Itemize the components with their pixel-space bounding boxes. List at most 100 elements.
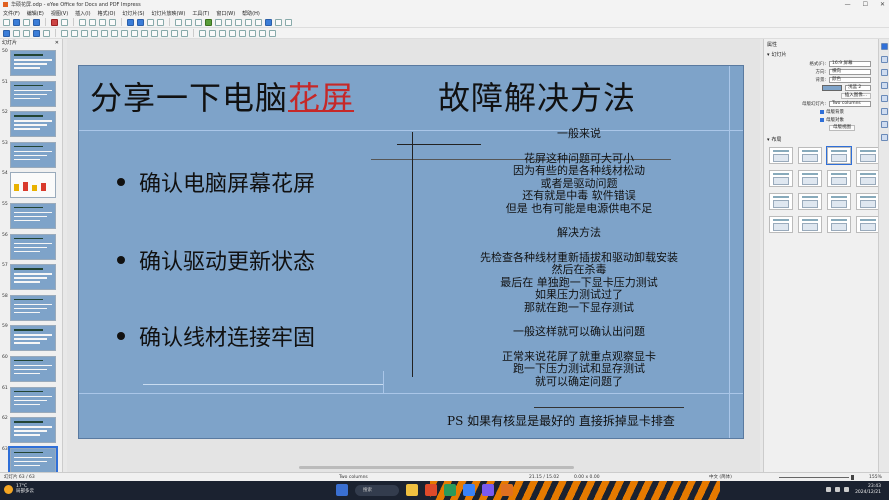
grid-icon[interactable] <box>175 18 182 26</box>
master-background-checkbox[interactable]: 母版背景 <box>764 109 879 115</box>
menu-edit[interactable]: 编辑(E) <box>27 10 44 17</box>
menu-help[interactable]: 帮助(H) <box>242 10 260 17</box>
insert-media-icon[interactable] <box>215 18 222 26</box>
copy-icon[interactable] <box>89 18 96 26</box>
app-icon[interactable] <box>425 484 437 496</box>
filter-icon[interactable] <box>259 29 266 37</box>
open-folder-icon[interactable] <box>23 18 30 26</box>
slide-thumbnail[interactable]: 62 <box>0 415 62 446</box>
3d-objects-icon[interactable] <box>181 29 188 37</box>
slide-thumbnail[interactable]: 58 <box>0 293 62 324</box>
new-slide-icon[interactable] <box>285 18 292 26</box>
stars-icon[interactable] <box>171 29 178 37</box>
special-character-icon[interactable] <box>245 18 252 26</box>
text-icon[interactable] <box>23 29 30 37</box>
paste-icon[interactable] <box>99 18 106 26</box>
start-first-slide-icon[interactable] <box>265 18 272 26</box>
taskbar-clock[interactable]: 23:43 2024/12/21 <box>855 484 881 496</box>
master-view-button[interactable]: 母版视图 <box>829 125 855 131</box>
slide-thumbnail[interactable]: 59 <box>0 323 62 354</box>
layout-option[interactable] <box>856 193 880 210</box>
symbol-shapes-icon[interactable] <box>131 29 138 37</box>
bullet-item[interactable]: 确认线材连接牢固 <box>117 320 315 352</box>
undo-icon[interactable] <box>127 18 134 26</box>
layout-option[interactable] <box>826 146 852 165</box>
layout-option[interactable] <box>827 193 851 210</box>
arrange-icon[interactable] <box>219 29 226 37</box>
slide-thumbnail[interactable]: 60 <box>0 354 62 385</box>
start-icon[interactable] <box>336 484 348 496</box>
master-objects-checkbox[interactable]: 母版对象 <box>764 117 879 123</box>
properties-tab-icon[interactable] <box>881 43 888 50</box>
redo-icon[interactable] <box>137 18 144 26</box>
slide-thumbnail[interactable]: 52 <box>0 109 62 140</box>
slide-thumbnail[interactable]: 54 <box>0 170 62 201</box>
minimize-button[interactable]: — <box>845 1 851 8</box>
layout-option[interactable] <box>769 193 793 210</box>
animation-tab-icon[interactable] <box>881 69 888 76</box>
layouts-section-header[interactable]: ▾ 布局 <box>764 135 879 144</box>
menu-insert[interactable]: 插入(I) <box>75 10 90 17</box>
current-slide[interactable]: 分享一下电脑花屏 故障解决方法 确认电脑屏幕花屏 确认驱动更新状态 确认线材连接牢… <box>78 65 744 439</box>
menu-window[interactable]: 窗口(W) <box>216 10 235 17</box>
layout-option[interactable] <box>769 147 793 164</box>
arrow-icon[interactable] <box>91 29 98 37</box>
fill-color-icon[interactable] <box>33 29 40 37</box>
layout-option[interactable] <box>856 170 880 187</box>
maximize-button[interactable]: ☐ <box>863 1 868 8</box>
line-icon[interactable] <box>61 29 68 37</box>
insert-image-icon[interactable] <box>205 18 212 26</box>
app-icon[interactable] <box>444 484 456 496</box>
slide-thumbnail[interactable]: 50 <box>0 48 62 79</box>
crop-icon[interactable] <box>249 29 256 37</box>
slide-section-header[interactable]: ▾ 幻灯片 <box>764 50 879 59</box>
start-current-slide-icon[interactable] <box>275 18 282 26</box>
menu-view[interactable]: 视图(V) <box>51 10 68 17</box>
curve-icon[interactable] <box>101 29 108 37</box>
close-button[interactable]: ✕ <box>880 1 885 8</box>
background-dropdown[interactable]: 颜色 <box>829 77 871 83</box>
layout-option[interactable] <box>798 193 822 210</box>
right-text-block[interactable]: 一般来说 花屏这种问题可大可小 因为有些的是各种线材松动 或者是驱动问题 还有就… <box>429 127 729 388</box>
close-pane-icon[interactable]: ✕ <box>55 39 59 47</box>
slide-transition-tab-icon[interactable] <box>881 56 888 63</box>
insert-table-icon[interactable] <box>195 18 202 26</box>
file-explorer-icon[interactable] <box>406 484 418 496</box>
orientation-dropdown[interactable]: 横向 <box>829 69 871 75</box>
slide-thumbnail[interactable]: 57 <box>0 262 62 293</box>
basic-shapes-icon[interactable] <box>121 29 128 37</box>
zoom-level[interactable]: 155% <box>869 475 882 480</box>
menu-tools[interactable]: 工具(T) <box>192 10 209 17</box>
navigator-tab-icon[interactable] <box>881 121 888 128</box>
callouts-icon[interactable] <box>161 29 168 37</box>
distribute-icon[interactable] <box>229 29 236 37</box>
color-dropdown[interactable]: 浅蓝 2 <box>845 85 871 91</box>
export-pdf-icon[interactable] <box>51 18 58 26</box>
shapes-tab-icon[interactable] <box>881 134 888 141</box>
zoom-icon[interactable] <box>13 29 20 37</box>
layout-option[interactable] <box>827 170 851 187</box>
styles-tab-icon[interactable] <box>881 95 888 102</box>
flowchart-icon[interactable] <box>151 29 158 37</box>
layout-option[interactable] <box>856 216 880 233</box>
menu-format[interactable]: 格式(O) <box>98 10 116 17</box>
app-icon[interactable] <box>463 484 475 496</box>
fontwork-icon[interactable] <box>255 18 262 26</box>
new-document-icon[interactable] <box>13 18 20 26</box>
menu-slide[interactable]: 幻灯片(S) <box>122 10 144 17</box>
office-app-icon[interactable] <box>501 484 513 496</box>
layout-option[interactable] <box>798 170 822 187</box>
color-swatch[interactable] <box>822 85 842 91</box>
layout-option[interactable] <box>769 170 793 187</box>
menu-toggle-icon[interactable] <box>3 18 10 26</box>
tray-icon[interactable] <box>826 487 831 492</box>
zoom-thumb[interactable] <box>851 474 854 480</box>
layout-option[interactable] <box>769 216 793 233</box>
insert-image-button[interactable]: 插入图像... <box>840 93 871 99</box>
master-dropdown[interactable]: Two columns <box>829 101 871 107</box>
spelling-icon[interactable] <box>157 18 164 26</box>
line-color-icon[interactable] <box>43 29 50 37</box>
slide-thumbnail[interactable]: 61 <box>0 385 62 416</box>
display-views-icon[interactable] <box>185 18 192 26</box>
slide-thumbnail[interactable]: 53 <box>0 140 62 171</box>
